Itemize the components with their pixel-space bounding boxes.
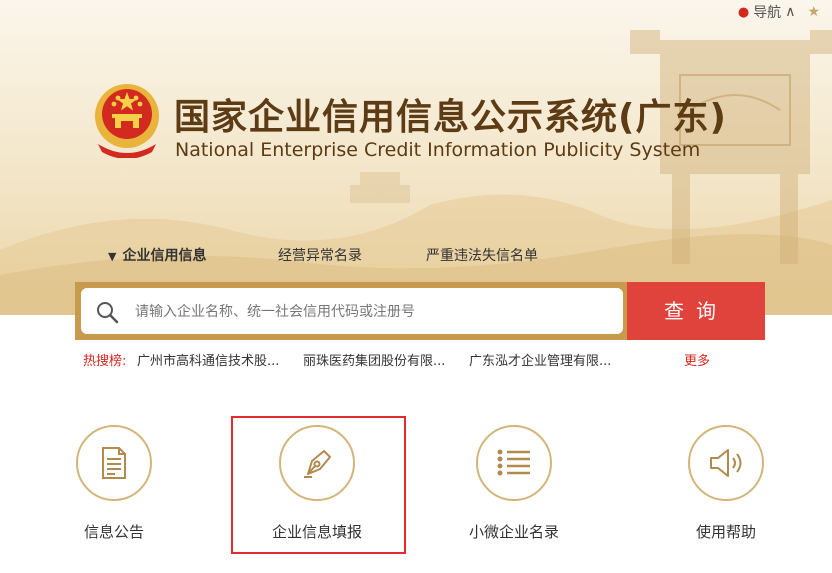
location-pin-icon: ● [737,4,750,20]
service-label: 使用帮助 [695,523,756,541]
service-info-announcement[interactable]: 信息公告 [54,425,174,542]
star-icon[interactable]: ★ [807,4,820,20]
nav-label: 导航 [753,5,782,21]
service-label: 信息公告 [83,523,144,541]
list-icon [497,449,530,476]
tab-serious-violation-list[interactable]: 严重违法失信名单 [426,245,538,265]
hot-search-bar: 热搜榜: 广州市高科通信技术股... 丽珠医药集团股份有限... 广东泓才企业管… [83,350,710,369]
search-bar: 查询 [75,282,765,340]
chevron-up-icon: ∧ [785,4,796,20]
hero-banner: ● 导航 ∧ ★ 国家企业信用信息公示系统(广东) National Enter… [0,0,832,315]
triangle-down-icon: ▼ [108,250,117,263]
page-title: 国家企业信用信息公示系统(广东) [174,97,727,138]
hot-search-item[interactable]: 丽珠医药集团股份有限... [303,350,445,369]
hot-search-item[interactable]: 广州市高科通信技术股... [137,350,279,369]
service-icon-circle [688,425,764,501]
nav-menu-toggle[interactable]: ● 导航 ∧ ★ [738,2,820,22]
search-input[interactable] [133,288,617,336]
hot-search-more-link[interactable]: 更多 [684,350,710,369]
tab-label: 经营异常名录 [278,248,362,264]
service-user-help[interactable]: 使用帮助 [666,425,786,542]
service-icon-circle [76,425,152,501]
highlight-box [231,416,406,554]
hot-search-label: 热搜榜: [83,354,127,369]
service-small-micro-enterprise-list[interactable]: 小微企业名录 [454,425,574,542]
page-subtitle: National Enterprise Credit Information P… [175,139,701,161]
tab-abnormal-operation-list[interactable]: 经营异常名录 [278,245,362,265]
speaker-icon [710,449,742,477]
tab-label: 严重违法失信名单 [426,248,538,264]
tab-enterprise-credit-info[interactable]: ▼ 企业信用信息 [108,245,206,265]
search-category-tabs: ▼ 企业信用信息 经营异常名录 严重违法失信名单 [0,245,832,267]
search-input-container [81,288,623,336]
service-icon-circle [476,425,552,501]
document-icon [102,447,126,479]
search-icon [97,302,119,324]
search-button[interactable]: 查询 [627,282,765,340]
national-emblem-icon [92,82,162,159]
service-label: 小微企业名录 [468,523,559,541]
search-box-frame [75,282,627,340]
tab-label: 企业信用信息 [122,248,207,264]
hot-search-item[interactable]: 广东泓才企业管理有限... [469,350,611,369]
